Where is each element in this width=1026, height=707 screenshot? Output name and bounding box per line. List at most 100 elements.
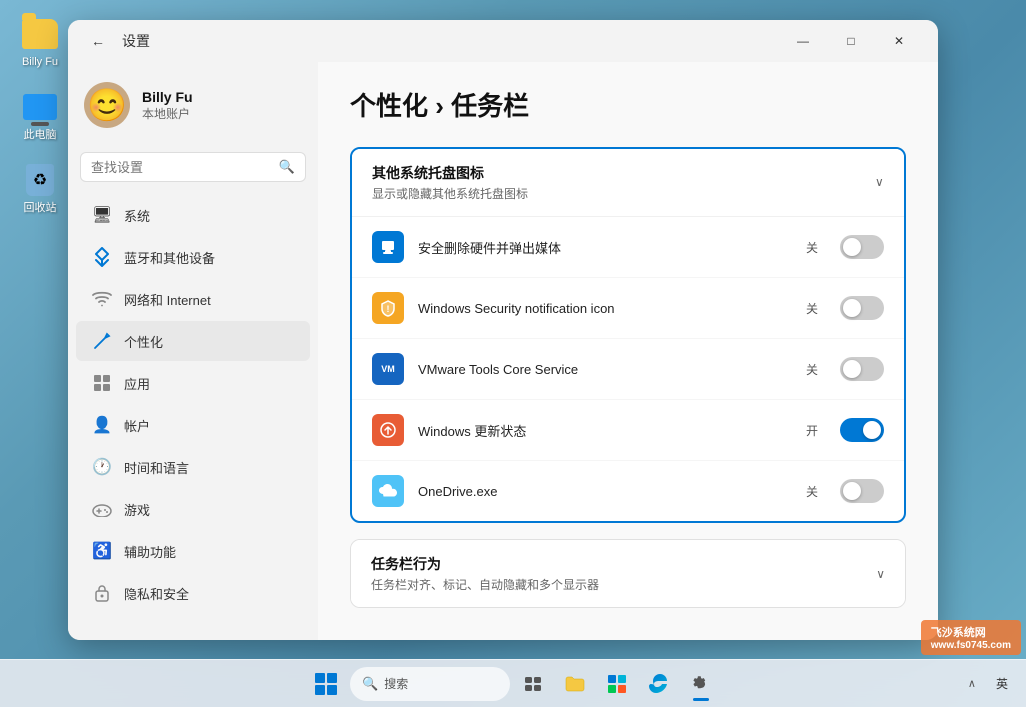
systray-title: 其他系统托盘图标 <box>372 163 528 183</box>
settings-body: 😊 Billy Fu 本地账户 🔍 🖥 系统 <box>68 62 938 640</box>
nav-item-network[interactable]: 网络和 Internet <box>76 279 310 319</box>
settings-search-box[interactable]: 🔍 <box>80 152 306 182</box>
language-indicator[interactable]: 英 <box>990 671 1014 696</box>
sidebar: 😊 Billy Fu 本地账户 🔍 🖥 系统 <box>68 62 318 640</box>
time-icon: 🕐 <box>92 457 112 477</box>
nav-label-network: 网络和 Internet <box>124 290 211 309</box>
minimize-button[interactable]: — <box>780 25 826 57</box>
windows-update-label: Windows 更新状态 <box>418 421 792 440</box>
nav-item-accessibility[interactable]: ♿ 辅助功能 <box>76 531 310 571</box>
systray-chevron: ∧ <box>875 176 884 190</box>
nav-item-accounts[interactable]: 👤 帐户 <box>76 405 310 445</box>
safe-remove-icon <box>372 231 404 263</box>
close-button[interactable]: ✕ <box>876 25 922 57</box>
systray-section-header[interactable]: 其他系统托盘图标 显示或隐藏其他系统托盘图标 ∧ <box>352 149 904 216</box>
desktop-icon-label-computer: 此电脑 <box>24 129 57 142</box>
nav-item-system[interactable]: 🖥 系统 <box>76 195 310 235</box>
nav-item-gaming[interactable]: 游戏 <box>76 489 310 529</box>
toggle-item-onedrive: OneDrive.exe 关 <box>352 461 904 521</box>
vmware-label: VMware Tools Core Service <box>418 362 792 377</box>
title-bar: ← 设置 — □ ✕ <box>68 20 938 62</box>
taskbar-search-icon: 🔍 <box>362 676 378 692</box>
user-info: Billy Fu 本地账户 <box>142 89 193 122</box>
recycle-icon: ♻ <box>22 162 58 198</box>
onedrive-icon <box>372 475 404 507</box>
username: Billy Fu <box>142 89 193 105</box>
nav-label-accessibility: 辅助功能 <box>124 542 176 561</box>
nav-label-time: 时间和语言 <box>124 458 189 477</box>
nav-label-privacy: 隐私和安全 <box>124 584 189 603</box>
gaming-icon <box>92 499 112 519</box>
onedrive-toggle[interactable] <box>840 479 884 503</box>
taskbar: 🔍 搜索 <box>0 659 1026 707</box>
safe-remove-status: 关 <box>806 239 818 256</box>
taskbar-behavior-header[interactable]: 任务栏行为 任务栏对齐、标记、自动隐藏和多个显示器 ∨ <box>351 540 905 607</box>
network-icon <box>92 289 112 309</box>
title-bar-left: ← 设置 <box>84 27 150 55</box>
systray-items: 安全删除硬件并弹出媒体 关 ! <box>352 216 904 521</box>
nav-label-system: 系统 <box>124 206 150 225</box>
sys-tray-area[interactable]: ∧ <box>962 675 982 692</box>
back-button[interactable]: ← <box>84 27 112 55</box>
store-button[interactable] <box>598 665 636 703</box>
onedrive-status: 关 <box>806 483 818 500</box>
folder-icon <box>22 16 58 52</box>
nav-item-bluetooth[interactable]: 蓝牙和其他设备 <box>76 237 310 277</box>
user-profile[interactable]: 😊 Billy Fu 本地账户 <box>68 70 318 140</box>
windows-security-toggle[interactable] <box>840 296 884 320</box>
windows-update-status: 开 <box>806 422 818 439</box>
taskbar-behavior-title: 任务栏行为 <box>371 554 599 574</box>
bluetooth-icon <box>92 247 112 267</box>
page-title: 个性化 › 任务栏 <box>350 86 906 123</box>
file-explorer-button[interactable] <box>556 665 594 703</box>
taskbar-behavior-title-block: 任务栏行为 任务栏对齐、标记、自动隐藏和多个显示器 <box>371 554 599 593</box>
taskbar-behavior-chevron: ∨ <box>876 567 885 581</box>
settings-taskbar-button[interactable] <box>682 665 720 703</box>
nav-label-bluetooth: 蓝牙和其他设备 <box>124 248 215 267</box>
watermark-url: www.fs0745.com <box>931 640 1011 651</box>
desktop-icon-label-billyfu: Billy Fu <box>22 56 58 69</box>
toggle-item-safe-remove: 安全删除硬件并弹出媒体 关 <box>352 217 904 278</box>
maximize-button[interactable]: □ <box>828 25 874 57</box>
systray-subtitle: 显示或隐藏其他系统托盘图标 <box>372 185 528 202</box>
safe-remove-label: 安全删除硬件并弹出媒体 <box>418 238 792 257</box>
windows-update-icon <box>372 414 404 446</box>
nav-item-privacy[interactable]: 隐私和安全 <box>76 573 310 613</box>
systray-section: 其他系统托盘图标 显示或隐藏其他系统托盘图标 ∧ <box>350 147 906 523</box>
vmware-icon: VM <box>372 353 404 385</box>
search-icon-sm: 🔍 <box>279 159 295 175</box>
accessibility-icon: ♿ <box>92 541 112 561</box>
settings-search-input[interactable] <box>91 160 271 175</box>
vmware-toggle[interactable] <box>840 357 884 381</box>
svg-text:!: ! <box>387 304 390 314</box>
taskbar-search[interactable]: 🔍 搜索 <box>350 667 510 701</box>
apps-icon <box>92 373 112 393</box>
toggle-item-windows-security: ! Windows Security notification icon 关 <box>352 278 904 339</box>
edge-button[interactable] <box>640 665 678 703</box>
start-button[interactable] <box>306 664 346 704</box>
desktop-icon-recycle[interactable]: ♻ 回收站 <box>5 156 75 221</box>
nav-label-accounts: 帐户 <box>124 416 150 435</box>
personalization-icon <box>92 331 112 351</box>
nav-item-personalization[interactable]: 个性化 <box>76 321 310 361</box>
desktop-icon-computer[interactable]: 此电脑 <box>5 83 75 148</box>
nav-item-time[interactable]: 🕐 时间和语言 <box>76 447 310 487</box>
nav-label-personalization: 个性化 <box>124 332 163 351</box>
onedrive-label: OneDrive.exe <box>418 484 792 499</box>
system-icon: 🖥 <box>92 205 112 225</box>
safe-remove-toggle[interactable] <box>840 235 884 259</box>
systray-title-block: 其他系统托盘图标 显示或隐藏其他系统托盘图标 <box>372 163 528 202</box>
avatar: 😊 <box>84 82 130 128</box>
main-content: 个性化 › 任务栏 其他系统托盘图标 显示或隐藏其他系统托盘图标 ∧ <box>318 62 938 640</box>
accounts-icon: 👤 <box>92 415 112 435</box>
windows-update-toggle[interactable] <box>840 418 884 442</box>
watermark-text: 飞沙系统网 <box>931 624 1011 640</box>
desktop-icon-billyfu[interactable]: Billy Fu <box>5 10 75 75</box>
vmware-status: 关 <box>806 361 818 378</box>
nav-item-apps[interactable]: 应用 <box>76 363 310 403</box>
window-controls: — □ ✕ <box>780 25 922 57</box>
task-view-button[interactable] <box>514 665 552 703</box>
toggle-item-windows-update: Windows 更新状态 开 <box>352 400 904 461</box>
desktop-icon-area: Billy Fu 此电脑 ♻ 回收站 <box>5 10 75 222</box>
taskbar-search-text: 搜索 <box>384 675 408 692</box>
